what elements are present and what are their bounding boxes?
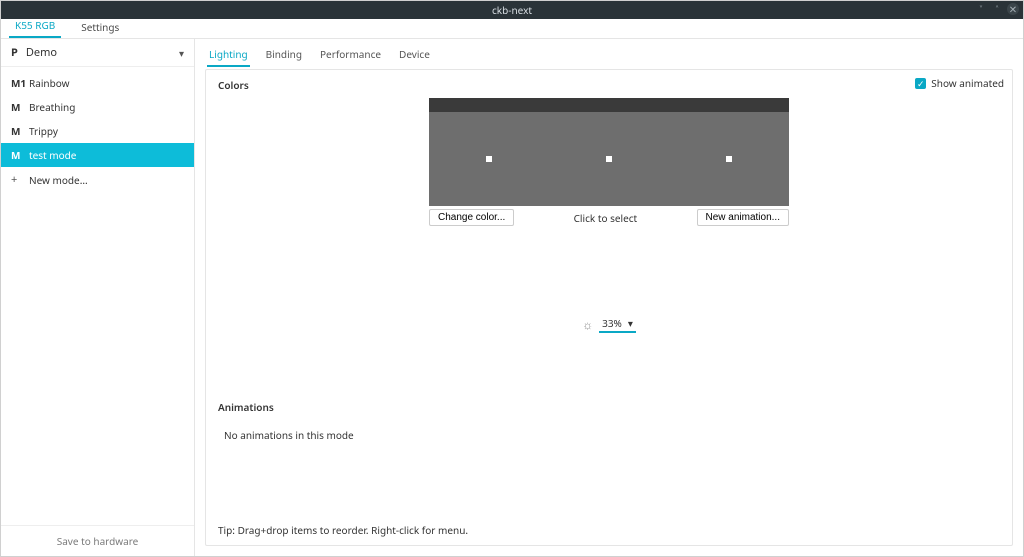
brightness-icon: ☼ [582, 316, 593, 333]
subtab-performance[interactable]: Performance [318, 45, 383, 67]
checkbox-checked-icon: ✓ [915, 78, 926, 89]
mode-item-trippy[interactable]: M Trippy [1, 119, 194, 143]
subtab-binding[interactable]: Binding [264, 45, 304, 67]
profile-selector[interactable]: P Demo ▾ [1, 39, 194, 67]
show-animated-checkbox[interactable]: ✓ Show animated [915, 76, 1004, 90]
change-color-button[interactable]: Change color... [429, 209, 514, 226]
no-animations-label: No animations in this mode [218, 420, 1000, 450]
lighting-panel: Colors ✓ Show animated Change color. [205, 69, 1013, 546]
zone-key-center[interactable] [606, 156, 612, 162]
sidebar: P Demo ▾ M1 Rainbow M Breathing M Trippy [1, 39, 195, 556]
save-to-hardware-button[interactable]: Save to hardware [1, 525, 194, 556]
brightness-value: 33% [602, 316, 622, 330]
mode-label: Rainbow [29, 76, 69, 90]
animations-section: Animations No animations in this mode [218, 398, 1000, 450]
zone-key-right[interactable] [726, 156, 732, 162]
window-controls: ˅ ˄ ✕ [975, 3, 1019, 15]
keyboard-zones [429, 112, 789, 206]
profile-icon: P [11, 45, 18, 60]
subtab-lighting[interactable]: Lighting [207, 45, 250, 67]
mode-item-test-mode[interactable]: M test mode [1, 143, 194, 167]
titlebar: ckb-next ˅ ˄ ✕ [1, 1, 1023, 19]
mode-icon: M1 [11, 76, 29, 90]
device-tabbar: K55 RGB Settings [1, 19, 1023, 39]
subtab-device[interactable]: Device [397, 45, 432, 67]
mode-item-rainbow[interactable]: M1 Rainbow [1, 71, 194, 95]
colors-section-title: Colors [218, 78, 1000, 92]
mode-label: Breathing [29, 100, 75, 114]
click-to-select-hint: Click to select [574, 211, 638, 225]
profile-name: Demo [26, 45, 179, 60]
keyboard-preview[interactable] [429, 98, 789, 206]
app-body: P Demo ▾ M1 Rainbow M Breathing M Trippy [1, 39, 1023, 556]
mode-icon: M [11, 148, 29, 162]
mode-item-breathing[interactable]: M Breathing [1, 95, 194, 119]
mode-list: M1 Rainbow M Breathing M Trippy M test m… [1, 71, 194, 525]
mode-label: Trippy [29, 124, 58, 138]
maximize-icon[interactable]: ˄ [991, 3, 1003, 15]
show-animated-label: Show animated [931, 76, 1004, 90]
new-mode-button[interactable]: + New mode... [1, 167, 194, 192]
tab-settings[interactable]: Settings [75, 17, 125, 38]
new-mode-label: New mode... [29, 173, 88, 187]
close-icon[interactable]: ✕ [1007, 3, 1019, 15]
zone-key-left[interactable] [486, 156, 492, 162]
brightness-dropdown[interactable]: 33% ▾ [599, 316, 636, 333]
main-panel: Lighting Binding Performance Device Colo… [195, 39, 1023, 556]
keyboard-preview-area: Change color... Click to select New anim… [218, 98, 1000, 226]
app-window: ckb-next ˅ ˄ ✕ K55 RGB Settings P Demo ▾… [0, 0, 1024, 557]
mode-icon: M [11, 100, 29, 114]
mode-label: test mode [29, 148, 76, 162]
minimize-icon[interactable]: ˅ [975, 3, 987, 15]
window-title: ckb-next [492, 3, 532, 17]
tip-text: Tip: Drag+drop items to reorder. Right-c… [218, 515, 1000, 537]
subtab-bar: Lighting Binding Performance Device [195, 39, 1023, 67]
new-animation-button[interactable]: New animation... [697, 209, 789, 226]
brightness-control: ☼ 33% ▾ [218, 316, 1000, 333]
plus-icon: + [11, 172, 29, 187]
mode-icon: M [11, 124, 29, 138]
chevron-down-icon: ▾ [179, 46, 184, 60]
chevron-down-icon: ▾ [628, 316, 633, 330]
keyboard-footer: Change color... Click to select New anim… [429, 209, 789, 226]
animations-section-title: Animations [218, 400, 1000, 414]
